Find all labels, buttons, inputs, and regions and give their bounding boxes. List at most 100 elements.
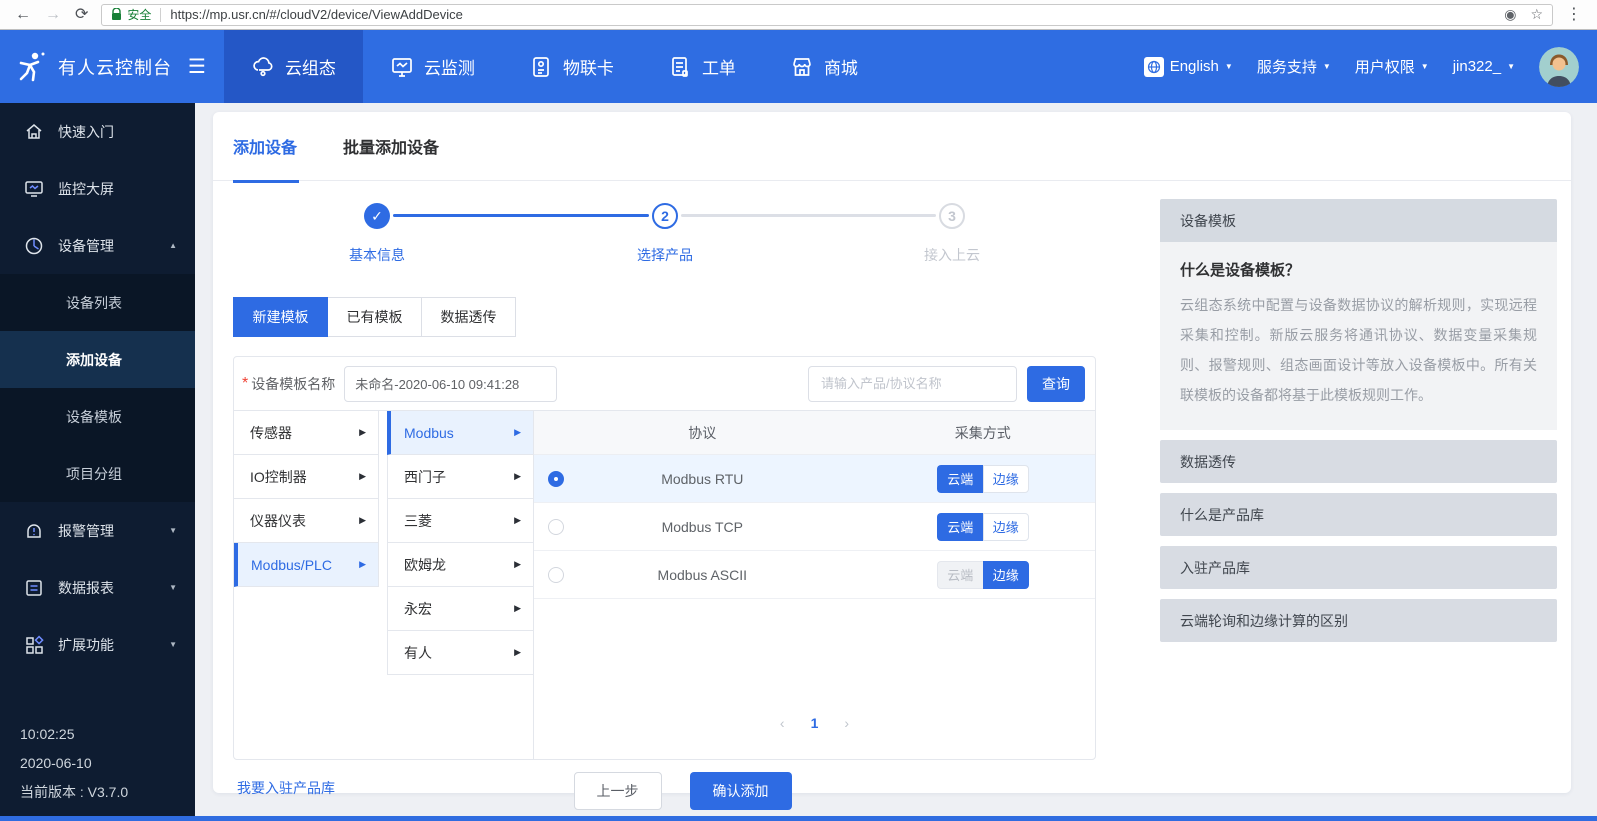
extension-icon <box>24 635 44 655</box>
help-section-title: 数据透传 <box>1180 452 1236 472</box>
table-row[interactable]: Modbus TCP 云端 边缘 <box>534 503 1095 551</box>
sidebar-item-device-template[interactable]: 设备模板 <box>0 388 195 445</box>
category-item-sensor[interactable]: 传感器 ▶ <box>234 411 379 455</box>
tab-new-template[interactable]: 新建模板 <box>233 297 328 337</box>
nav-item-iot-card[interactable]: 物联卡 <box>502 30 641 103</box>
radio-modbus-tcp[interactable] <box>548 519 564 535</box>
category-item-modbus-plc[interactable]: Modbus/PLC ▶ <box>234 543 379 587</box>
radio-modbus-ascii[interactable] <box>548 567 564 583</box>
chevron-down-icon: ▼ <box>1421 63 1429 71</box>
nav-item-cloud-monitor[interactable]: 云监测 <box>363 30 502 103</box>
step-1-circle: ✓ <box>364 203 390 229</box>
help-section-device-template[interactable]: 设备模板 <box>1160 199 1557 242</box>
nav-item-workorder[interactable]: 工单 <box>641 30 763 103</box>
nav-item-mall[interactable]: 商城 <box>763 30 885 103</box>
sidebar-item-add-device[interactable]: 添加设备 <box>0 331 195 388</box>
help-section-what-is-product-library[interactable]: 什么是产品库 <box>1160 493 1557 536</box>
browser-back-icon[interactable]: ← <box>15 7 31 23</box>
clock-time: 10:02:25 <box>20 720 128 749</box>
tab-batch-add-device[interactable]: 批量添加设备 <box>343 112 439 181</box>
template-name-input[interactable] <box>344 366 557 402</box>
sidebar-footer: 10:02:25 2020-06-10 当前版本 : V3.7.0 <box>20 720 128 807</box>
cloud-mode-button[interactable]: 云端 <box>937 561 983 589</box>
protocol-name: Modbus ASCII <box>534 567 871 583</box>
help-section-join-product-library[interactable]: 入驻产品库 <box>1160 546 1557 589</box>
chevron-up-icon: ▲ <box>169 242 177 250</box>
sidebar-item-device-mgmt[interactable]: 设备管理 ▲ <box>0 217 195 274</box>
sidebar-item-extensions[interactable]: 扩展功能 ▼ <box>0 616 195 673</box>
support-label: 服务支持 <box>1257 56 1317 77</box>
brand-item-omron[interactable]: 欧姆龙 ▶ <box>387 543 533 587</box>
permission-menu[interactable]: 用户权限 ▼ <box>1355 56 1429 77</box>
username-label: jin322_ <box>1453 58 1501 75</box>
pagination-page-1[interactable]: 1 <box>811 715 819 731</box>
address-bar[interactable]: 安全 https://mp.usr.cn/#/cloudV2/device/Vi… <box>101 4 1553 26</box>
brand-item-fatek[interactable]: 永宏 ▶ <box>387 587 533 631</box>
sidebar-item-alarm-mgmt[interactable]: 报警管理 ▼ <box>0 502 195 559</box>
edge-mode-button[interactable]: 边缘 <box>983 561 1029 589</box>
help-section-cloud-vs-edge[interactable]: 云端轮询和边缘计算的区别 <box>1160 599 1557 642</box>
sidebar-item-quickstart[interactable]: 快速入门 <box>0 103 195 160</box>
sidebar-item-data-report[interactable]: 数据报表 ▼ <box>0 559 195 616</box>
sidebar-item-device-list[interactable]: 设备列表 <box>0 274 195 331</box>
query-button[interactable]: 查询 <box>1027 366 1085 402</box>
report-icon <box>24 578 44 598</box>
browser-forward-icon[interactable]: → <box>45 7 61 23</box>
browser-reload-icon[interactable]: ⟳ <box>75 7 88 23</box>
stepper: ✓ 2 3 基本信息 选择产品 接入上云 <box>233 193 1096 291</box>
column-gap <box>379 411 387 759</box>
sidebar-item-bigscreen[interactable]: 监控大屏 <box>0 160 195 217</box>
arrow-right-icon: ▶ <box>514 603 521 614</box>
brand-item-mitsubishi[interactable]: 三菱 ▶ <box>387 499 533 543</box>
avatar[interactable] <box>1539 47 1579 87</box>
step-3-circle: 3 <box>939 203 965 229</box>
nav-item-cloud-scada[interactable]: 云组态 <box>224 30 363 103</box>
pagination-next-icon[interactable]: › <box>844 715 849 731</box>
help-section-body: 什么是设备模板？ 云组态系统中配置与设备数据协议的解析规则，实现远程采集和控制。… <box>1160 242 1557 430</box>
brand[interactable]: 有人云控制台 ☰ <box>0 50 224 84</box>
target-icon[interactable]: ◉ <box>1504 6 1516 23</box>
table-row[interactable]: Modbus RTU 云端 边缘 <box>534 455 1095 503</box>
sidebar-item-project-group[interactable]: 项目分组 <box>0 445 195 502</box>
nav-item-label: 商城 <box>824 54 858 79</box>
brand-label: Modbus <box>404 425 454 441</box>
bookmark-star-icon[interactable]: ☆ <box>1530 6 1543 23</box>
nav-item-label: 云监测 <box>424 54 475 79</box>
cloud-mode-button[interactable]: 云端 <box>937 513 983 541</box>
brand-item-modbus[interactable]: Modbus ▶ <box>387 411 533 455</box>
tab-data-passthrough[interactable]: 数据透传 <box>421 297 516 337</box>
step-1-label: 基本信息 <box>307 245 447 265</box>
brand-item-siemens[interactable]: 西门子 ▶ <box>387 455 533 499</box>
category-item-io-controller[interactable]: IO控制器 ▶ <box>234 455 379 499</box>
sidebar-item-label: 数据报表 <box>58 578 114 598</box>
tab-add-device[interactable]: 添加设备 <box>233 112 297 181</box>
radio-modbus-rtu[interactable] <box>548 471 564 487</box>
category-label: Modbus/PLC <box>251 557 332 573</box>
brand-item-usr[interactable]: 有人 ▶ <box>387 631 533 675</box>
support-menu[interactable]: 服务支持 ▼ <box>1257 56 1331 77</box>
edge-mode-button[interactable]: 边缘 <box>983 465 1029 493</box>
join-product-library-link[interactable]: 我要入驻产品库 <box>237 778 335 798</box>
product-search-input[interactable] <box>808 366 1017 402</box>
nav-item-label: 工单 <box>702 54 736 79</box>
language-selector[interactable]: English ▼ <box>1144 57 1233 77</box>
help-section-data-passthrough[interactable]: 数据透传 <box>1160 440 1557 483</box>
browser-menu-icon[interactable]: ⋮ <box>1566 7 1582 23</box>
permission-label: 用户权限 <box>1355 56 1415 77</box>
category-label: 仪器仪表 <box>250 511 306 531</box>
sidebar-item-label: 报警管理 <box>58 521 114 541</box>
template-name-label: 设备模板名称 <box>251 374 335 394</box>
sidebar-item-label: 扩展功能 <box>58 635 114 655</box>
hamburger-icon[interactable]: ☰ <box>188 54 206 79</box>
edge-mode-button[interactable]: 边缘 <box>983 513 1029 541</box>
confirm-add-button[interactable]: 确认添加 <box>690 772 792 810</box>
pagination-prev-icon[interactable]: ‹ <box>780 715 785 731</box>
cloud-mode-button[interactable]: 云端 <box>937 465 983 493</box>
tab-existing-template[interactable]: 已有模板 <box>327 297 422 337</box>
table-row[interactable]: Modbus ASCII 云端 边缘 <box>534 551 1095 599</box>
page-tabs: 添加设备 批量添加设备 <box>213 112 1571 181</box>
previous-step-button[interactable]: 上一步 <box>574 772 662 810</box>
user-menu[interactable]: jin322_ ▼ <box>1453 58 1515 75</box>
protocol-name: Modbus TCP <box>534 519 871 535</box>
category-item-instrument[interactable]: 仪器仪表 ▶ <box>234 499 379 543</box>
